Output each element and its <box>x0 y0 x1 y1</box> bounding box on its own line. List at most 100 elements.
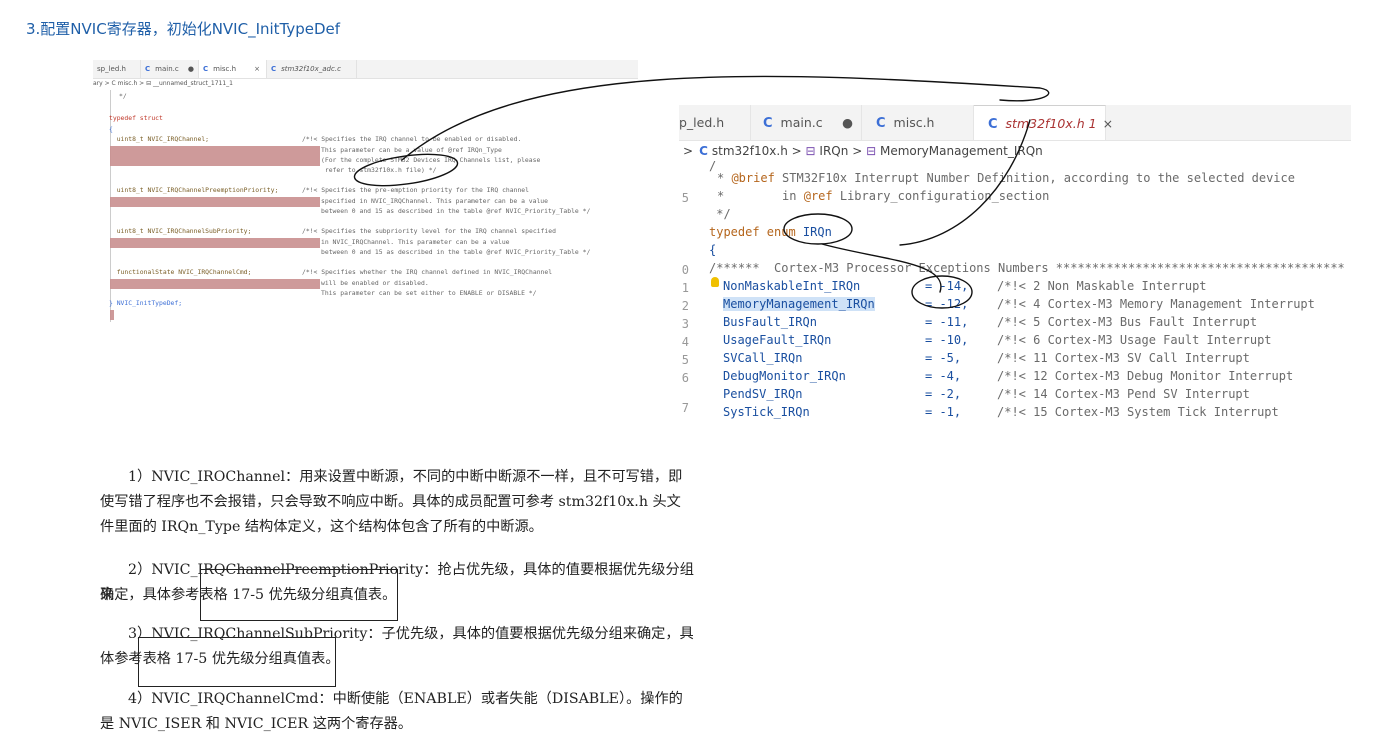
paragraph-4: 4）NVIC_IRQChannelCmd：中断使能（ENABLE）或者失能（DI… <box>100 687 694 712</box>
c-file-icon: C <box>699 144 708 158</box>
enum-member-value: = -5, <box>925 351 962 365</box>
highlight-block <box>110 279 320 289</box>
code-line: typedef enum IRQn <box>709 225 832 239</box>
identifier: IRQn <box>802 225 832 239</box>
section-heading: 3.配置NVIC寄存器，初始化NVIC_InitTypeDef <box>26 20 341 38</box>
chevron-right-icon: > <box>852 144 863 158</box>
big-tab-main[interactable]: Cmain.c ● <box>751 105 862 140</box>
code-line: } NVIC_InitTypeDef; <box>109 299 183 307</box>
doc-tag: @brief <box>731 171 775 185</box>
line-number: 2 <box>681 299 689 313</box>
keyword: typedef enum <box>709 225 803 239</box>
small-tab-main[interactable]: Cmain.c ● <box>141 60 199 78</box>
unsaved-dot-icon: ● <box>187 65 194 73</box>
enum-member-name[interactable]: DebugMonitor_IRQn <box>723 369 846 383</box>
enum-member-value: = -2, <box>925 387 962 401</box>
breadcrumb-file[interactable]: stm32f10x.h <box>712 144 788 158</box>
enum-member-name[interactable]: SVCall_IRQn <box>723 351 802 365</box>
text-line: 件里面的 IRQn_Type 结构体定义，这个结构体包含了所有的中断源。 <box>100 519 543 535</box>
enum-member-name[interactable]: UsageFault_IRQn <box>723 333 831 347</box>
enum-member-comment: /*!< 6 Cortex-M3 Usage Fault Interrupt <box>997 333 1272 347</box>
line-number: 6 <box>681 371 689 385</box>
line-number: 3 <box>681 317 689 331</box>
code-line: functionalState NVIC_IRQChannelCmd; <box>109 268 252 276</box>
paragraph-1-cont: 使写错了程序也不会报错，只会导致不响应中断。具体的成员配置可参考 stm32f1… <box>100 490 694 540</box>
code-line: uint8_t NVIC_IRQChannelSubPriority; <box>109 227 252 235</box>
enum-member-name[interactable]: BusFault_IRQn <box>723 315 817 329</box>
enum-member-comment: /*!< 14 Cortex-M3 Pend SV Interrupt <box>997 387 1250 401</box>
small-editor-screenshot: sp_led.h Cmain.c ● Cmisc.h × Cstm32f10x_ad… <box>93 60 638 324</box>
lightbulb-icon[interactable] <box>711 277 719 287</box>
comment-line: between 0 and 15 as described in the tab… <box>321 248 591 256</box>
enum-member-name[interactable]: PendSV_IRQn <box>723 387 802 401</box>
doc-tag: @ref <box>803 189 833 203</box>
code-line: typedef struct <box>109 114 163 122</box>
enum-member-name[interactable]: SysTick_IRQn <box>723 405 810 419</box>
c-file-icon: C <box>145 65 151 73</box>
enum-member-value: = -12, <box>925 297 969 311</box>
enum-member-comment: /*!< 2 Non Maskable Interrupt <box>997 279 1207 293</box>
enum-member-value: = -4, <box>925 369 962 383</box>
big-tab-misc[interactable]: Cmisc.h <box>862 105 974 140</box>
comment-line: /*!< Specifies whether the IRQ channel d… <box>302 268 553 276</box>
text-span: 确定，具体参考 <box>100 587 200 603</box>
doc-text: Library_configuration_section <box>832 189 1050 203</box>
big-tab-p-led[interactable]: p_led.h <box>679 105 751 140</box>
enum-member-name[interactable]: NonMaskableInt_IRQn <box>723 279 860 293</box>
breadcrumb-symbol[interactable]: IRQn <box>819 144 848 158</box>
comment-line: /*!< Specifies the pre-emption priority … <box>302 186 530 194</box>
tab-label: misc.h <box>213 65 237 73</box>
enum-row: NonMaskableInt_IRQn = -14, /*!< 2 Non Mask… <box>709 279 1207 293</box>
code-line: /****** Cortex-M3 Processor Exceptions N… <box>709 261 1345 275</box>
small-tab-sp-led[interactable]: sp_led.h <box>93 60 141 78</box>
enum-member-comment: /*!< 5 Cortex-M3 Bus Fault Interrupt <box>997 315 1258 329</box>
tab-label: p_led.h <box>679 115 725 130</box>
enum-row: BusFault_IRQn = -11, /*!< 5 Cortex-M3 Bus … <box>709 315 1257 329</box>
enum-member-value: = -14, <box>925 279 969 293</box>
doc-text: STM32F10x Interrupt Number Definition, a… <box>774 171 1295 185</box>
doc-text: in <box>724 189 804 203</box>
code-line: { <box>709 243 717 257</box>
small-tab-misc[interactable]: Cmisc.h × <box>199 60 267 78</box>
comment-line: refer to stm32f10x.h file) */ <box>321 166 437 174</box>
big-tab-bar: p_led.h Cmain.c ● Cmisc.h Cstm32f10x.h 1 × <box>679 105 1351 141</box>
chevron-right-icon: > <box>683 144 694 158</box>
tab-label: sp_led.h <box>97 65 126 73</box>
breadcrumb-symbol[interactable]: MemoryManagement_IRQn <box>880 144 1043 158</box>
line-number: 7 <box>681 401 689 415</box>
tab-label: main.c <box>155 65 179 73</box>
enum-row: DebugMonitor_IRQn = -4, /*!< 12 Cortex-M3 … <box>709 369 1293 383</box>
code-line: / <box>709 159 717 173</box>
line-number: 0 <box>681 263 689 277</box>
line-number: 1 <box>681 281 689 295</box>
code-line: uint8_t NVIC_IRQChannel; <box>109 135 210 143</box>
enum-member-comment: /*!< 4 Cortex-M3 Memory Management Inter… <box>997 297 1315 311</box>
tab-label: misc.h <box>893 115 935 130</box>
comment-line: specified in NVIC_IRQChannel. This param… <box>321 197 549 205</box>
enum-row: MemoryManagement_IRQn = -12, /*!< 4 Cortex… <box>709 297 1315 311</box>
big-tab-stm32f10x[interactable]: Cstm32f10x.h 1 × <box>974 105 1113 140</box>
enum-row: SVCall_IRQn = -5, /*!< 11 Cortex-M3 SV Cal… <box>709 351 1250 365</box>
enum-member-value: = -1, <box>925 405 962 419</box>
comment-line: This parameter can be set either to ENAB… <box>321 289 537 297</box>
close-icon[interactable]: × <box>254 60 260 78</box>
small-tab-adc[interactable]: Cstm32f10x_adc.c <box>267 60 357 78</box>
highlight-block <box>110 238 320 248</box>
enum-member-comment: /*!< 12 Cortex-M3 Debug Monitor Interrup… <box>997 369 1294 383</box>
enum-member-name[interactable]: MemoryManagement_IRQn <box>723 297 875 311</box>
tab-label: stm32f10x_adc.c <box>281 65 341 73</box>
c-file-icon: C <box>988 117 998 132</box>
enum-member-value: = -11, <box>925 315 969 329</box>
comment-line: /*!< Specifies the IRQ channel to be ena… <box>302 135 522 143</box>
line-number: 5 <box>681 353 689 367</box>
text-span: 体参考 <box>100 651 143 667</box>
line-number: 4 <box>681 335 689 349</box>
enum-icon: ⊟ <box>805 144 816 158</box>
close-icon[interactable]: × <box>1103 116 1113 131</box>
enum-row: PendSV_IRQn = -2, /*!< 14 Cortex-M3 Pend S… <box>709 387 1250 401</box>
enum-member-value: = -10, <box>925 333 969 347</box>
code-line: uint8_t NVIC_IRQChannelPreemptionPriorit… <box>109 186 279 194</box>
enum-row: UsageFault_IRQn = -10, /*!< 6 Cortex-M3 Us… <box>709 333 1272 347</box>
annotation-box <box>138 637 336 687</box>
comment-line: This parameter can be a value of @ref IR… <box>321 146 502 154</box>
